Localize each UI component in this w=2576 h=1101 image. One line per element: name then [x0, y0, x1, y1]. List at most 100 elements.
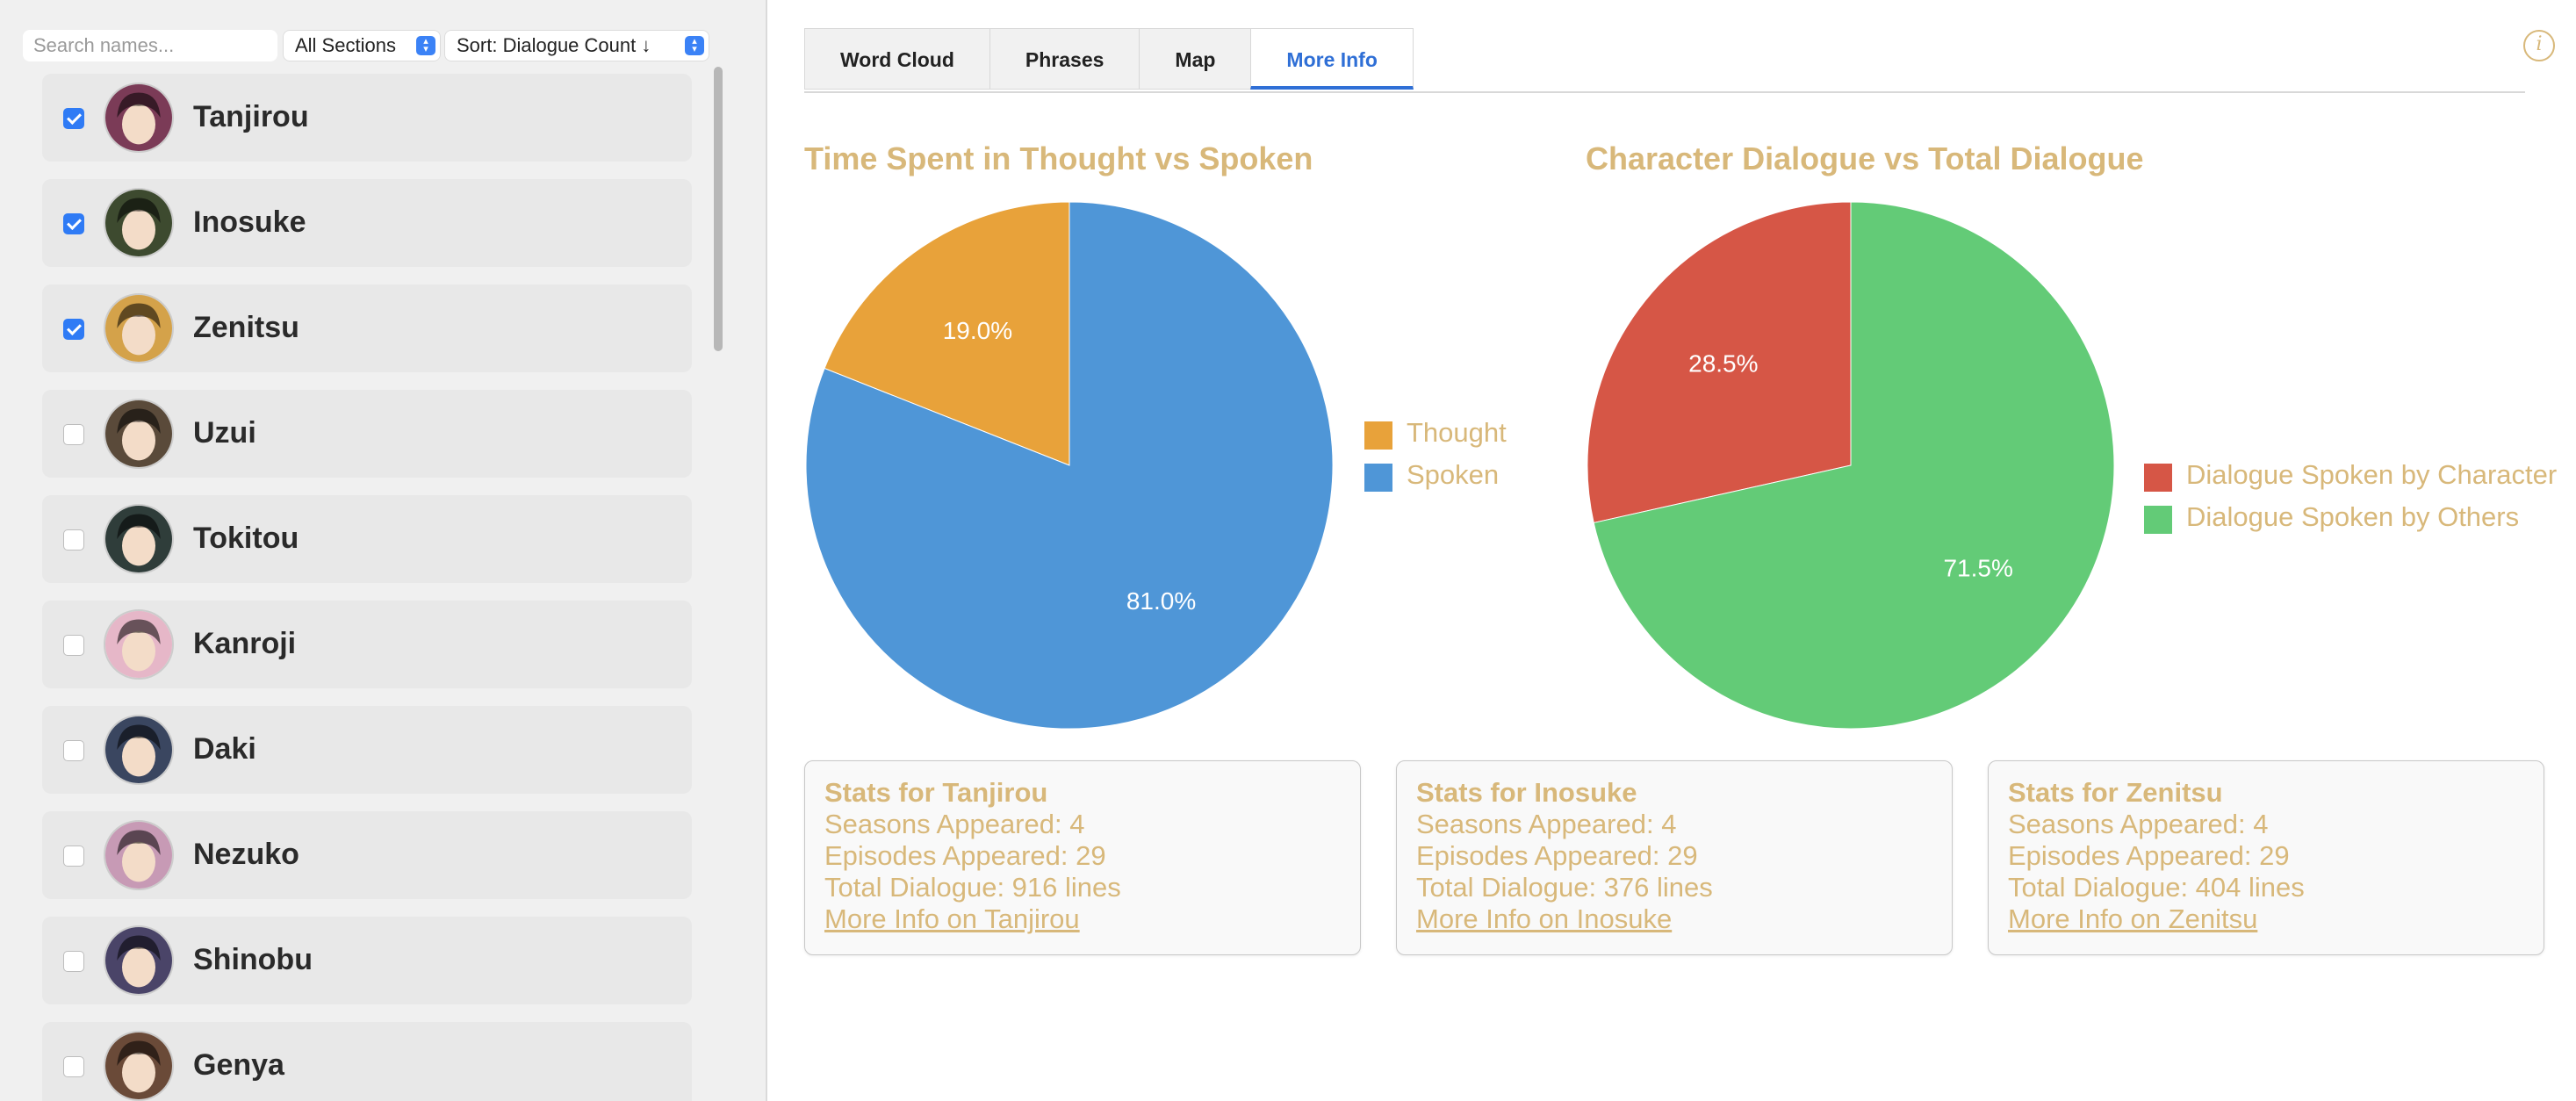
- dialogue-share-data-label: 28.5%: [1688, 350, 1758, 378]
- thought-spoken-data-label: 81.0%: [1126, 587, 1196, 615]
- info-icon[interactable]: i: [2523, 30, 2555, 61]
- more-info-link[interactable]: More Info on Tanjirou: [824, 903, 1341, 935]
- dialogue-share-pie-chart: 28.5% 71.5%: [1587, 201, 2115, 730]
- dialogue-share-chart-title: Character Dialogue vs Total Dialogue: [1586, 140, 2144, 176]
- stats-episodes: Episodes Appeared: 29: [824, 840, 1106, 871]
- legend-item: Spoken: [1364, 457, 1540, 499]
- character-item[interactable]: Daki: [42, 706, 692, 794]
- character-checkbox[interactable]: [63, 529, 84, 550]
- stats-title: Stats for Zenitsu: [2008, 777, 2223, 808]
- thought-spoken-legend: Thought Spoken: [1364, 414, 1540, 499]
- character-item[interactable]: Tokitou: [42, 495, 692, 583]
- character-checkbox[interactable]: [63, 424, 84, 445]
- main-panel: Word Cloud Phrases Map More Info i Time …: [767, 0, 2576, 1101]
- legend-label: Dialogue Spoken by Others: [2186, 501, 2520, 532]
- character-item[interactable]: Nezuko: [42, 811, 692, 899]
- sort-select-value: Sort: Dialogue Count ↓: [457, 34, 651, 56]
- stats-episodes: Episodes Appeared: 29: [2008, 840, 2290, 871]
- stats-seasons: Seasons Appeared: 4: [1416, 809, 1677, 839]
- avatar: [104, 820, 174, 890]
- character-name: Uzui: [193, 416, 256, 450]
- character-item[interactable]: Uzui: [42, 390, 692, 478]
- tab-divider: [804, 91, 2525, 93]
- section-select-value: All Sections: [295, 34, 396, 56]
- thought-spoken-chart-title: Time Spent in Thought vs Spoken: [804, 140, 1313, 176]
- character-checkbox[interactable]: [63, 846, 84, 867]
- tab-phrases[interactable]: Phrases: [989, 28, 1140, 90]
- avatar: [104, 609, 174, 680]
- stats-episodes: Episodes Appeared: 29: [1416, 840, 1698, 871]
- legend-label: Thought: [1407, 417, 1507, 448]
- tab-bar: Word Cloud Phrases Map More Info: [804, 28, 1414, 91]
- legend-item: Dialogue Spoken by Others: [2144, 499, 2574, 541]
- avatar: [104, 188, 174, 258]
- legend-item: Dialogue Spoken by Character: [2144, 457, 2574, 499]
- stats-dialogue: Total Dialogue: 404 lines: [2008, 872, 2305, 903]
- sort-select[interactable]: Sort: Dialogue Count ↓ ▴ ▾: [444, 30, 709, 61]
- dialogue-share-legend: Dialogue Spoken by Character Dialogue Sp…: [2144, 457, 2574, 541]
- stats-dialogue: Total Dialogue: 376 lines: [1416, 872, 1713, 903]
- legend-swatch-others: [2144, 506, 2172, 534]
- dialogue-share-data-label: 71.5%: [1943, 554, 2012, 581]
- stats-dialogue: Total Dialogue: 916 lines: [824, 872, 1121, 903]
- character-item[interactable]: Genya: [42, 1022, 692, 1101]
- character-item[interactable]: Zenitsu: [42, 284, 692, 372]
- stats-seasons: Seasons Appeared: 4: [2008, 809, 2269, 839]
- character-checkbox[interactable]: [63, 635, 84, 656]
- legend-label: Spoken: [1407, 459, 1500, 490]
- character-checkbox[interactable]: [63, 1056, 84, 1077]
- avatar: [104, 504, 174, 574]
- tab-more-info[interactable]: More Info: [1250, 28, 1414, 90]
- character-name: Inosuke: [193, 205, 306, 239]
- stats-card: Stats for Zenitsu Seasons Appeared: 4 Ep…: [1988, 760, 2544, 955]
- avatar: [104, 399, 174, 469]
- character-name: Nezuko: [193, 838, 299, 871]
- legend-swatch-character: [2144, 464, 2172, 492]
- stats-card: Stats for Inosuke Seasons Appeared: 4 Ep…: [1396, 760, 1953, 955]
- character-name: Tokitou: [193, 522, 299, 555]
- section-select[interactable]: All Sections ▴ ▾: [283, 30, 441, 61]
- character-name: Daki: [193, 732, 256, 766]
- legend-label: Dialogue Spoken by Character: [2186, 459, 2558, 490]
- select-arrows-icon: ▴ ▾: [416, 36, 435, 55]
- more-info-link[interactable]: More Info on Zenitsu: [2008, 903, 2524, 935]
- character-name: Shinobu: [193, 943, 313, 976]
- stats-title: Stats for Inosuke: [1416, 777, 1637, 808]
- character-list-viewport: Tanjirou Inosuke Zenitsu Uzui Tokitou Ka…: [0, 65, 709, 1101]
- character-name: Zenitsu: [193, 311, 299, 344]
- character-checkbox[interactable]: [63, 951, 84, 972]
- character-name: Genya: [193, 1048, 284, 1082]
- filter-controls: All Sections ▴▾ Sort: Dialogue Count ↓ ▴…: [0, 28, 766, 63]
- legend-item: Thought: [1364, 414, 1540, 457]
- character-checkbox[interactable]: [63, 213, 84, 234]
- tab-word-cloud[interactable]: Word Cloud: [804, 28, 989, 90]
- thought-spoken-pie-chart: 19.0% 81.0%: [805, 201, 1334, 730]
- more-info-link[interactable]: More Info on Inosuke: [1416, 903, 1932, 935]
- thought-spoken-data-label: 19.0%: [943, 317, 1012, 344]
- avatar: [104, 293, 174, 363]
- legend-swatch-spoken: [1364, 464, 1392, 492]
- sidebar: All Sections ▴▾ Sort: Dialogue Count ↓ ▴…: [0, 0, 766, 1101]
- character-item[interactable]: Shinobu: [42, 917, 692, 1004]
- search-input[interactable]: [23, 30, 277, 61]
- legend-swatch-thought: [1364, 421, 1392, 450]
- stats-card: Stats for Tanjirou Seasons Appeared: 4 E…: [804, 760, 1361, 955]
- character-checkbox[interactable]: [63, 319, 84, 340]
- avatar: [104, 715, 174, 785]
- avatar: [104, 925, 174, 996]
- select-arrows-icon: ▴ ▾: [685, 36, 704, 55]
- character-name: Kanroji: [193, 627, 297, 660]
- character-checkbox[interactable]: [63, 108, 84, 129]
- avatar: [104, 83, 174, 153]
- character-item[interactable]: Inosuke: [42, 179, 692, 267]
- character-checkbox[interactable]: [63, 740, 84, 761]
- tab-map[interactable]: Map: [1139, 28, 1251, 90]
- character-name: Tanjirou: [193, 100, 309, 133]
- stats-title: Stats for Tanjirou: [824, 777, 1048, 808]
- character-item[interactable]: Kanroji: [42, 601, 692, 688]
- character-list: Tanjirou Inosuke Zenitsu Uzui Tokitou Ka…: [42, 74, 692, 1101]
- avatar: [104, 1031, 174, 1101]
- character-item[interactable]: Tanjirou: [42, 74, 692, 162]
- list-scrollbar-thumb[interactable]: [714, 67, 723, 351]
- stats-seasons: Seasons Appeared: 4: [824, 809, 1085, 839]
